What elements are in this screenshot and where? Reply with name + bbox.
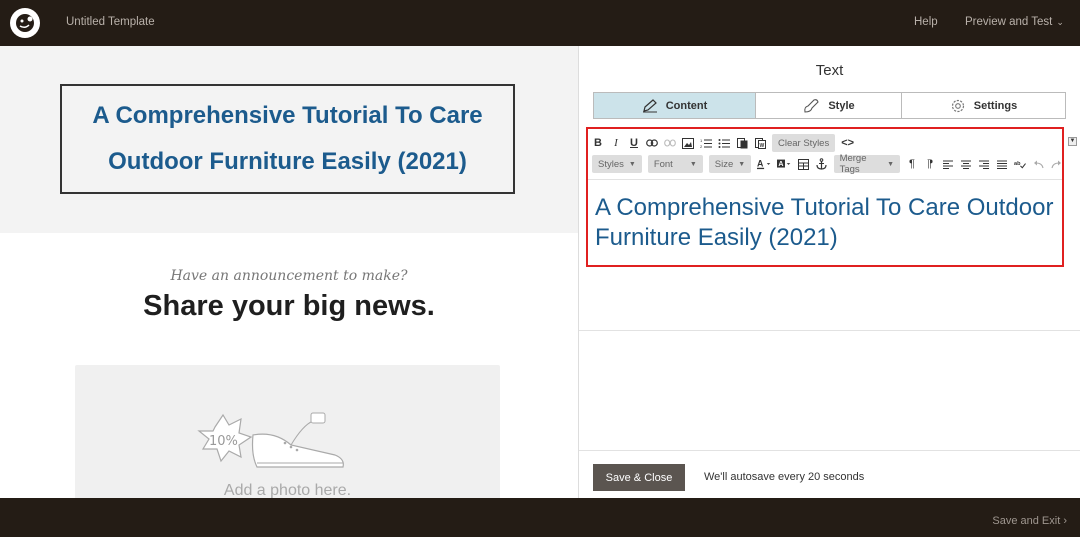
announcement-text: Have an announcement to make? (170, 268, 408, 284)
chevron-down-icon: ⌄ (1056, 17, 1064, 27)
toolbar-row-1: B I U 12 W Clear Styles <> (592, 133, 854, 153)
toolbar-divider (588, 179, 1062, 180)
pencil-icon (642, 98, 657, 112)
undo-icon[interactable] (1032, 155, 1044, 173)
styles-dropdown-label: Styles (598, 158, 624, 170)
dropdown-arrow-icon: ▼ (887, 160, 894, 168)
bulleted-list-icon[interactable] (718, 134, 730, 152)
svg-text:1: 1 (700, 138, 703, 143)
preview-label: Preview and Test (965, 16, 1053, 28)
hero-section: A Comprehensive Tutorial To Care Outdoor… (0, 46, 578, 233)
styles-dropdown[interactable]: Styles ▼ (592, 155, 642, 173)
scroll-down-icon[interactable]: ▼ (1068, 137, 1077, 146)
tab-content[interactable]: Content (594, 93, 756, 118)
mailchimp-logo-icon[interactable] (10, 8, 40, 38)
panel-title: Text (815, 62, 844, 79)
top-bar: Untitled Template Help Preview and Test ⌄ (0, 0, 1080, 46)
justify-icon[interactable] (996, 155, 1008, 173)
ltr-direction-icon[interactable]: ¶ (906, 155, 918, 173)
panel-divider-2 (579, 450, 1080, 451)
font-dropdown[interactable]: Font ▼ (647, 155, 703, 173)
photo-placeholder-block[interactable]: 10% Add a photo here. (75, 365, 500, 498)
dropdown-arrow-icon: ▼ (689, 160, 697, 168)
rich-text-editor: B I U 12 W Clear Styles <> Styles ▼ Font… (586, 127, 1064, 267)
headline-text: Share your big news. (143, 290, 435, 322)
rtl-direction-icon[interactable]: ¶ (924, 155, 936, 173)
dropdown-arrow-icon: ▼ (738, 160, 746, 168)
svg-text:A: A (757, 159, 764, 169)
tab-style[interactable]: Style (756, 93, 902, 118)
background-color-icon[interactable]: A (777, 155, 791, 173)
save-exit-label: Save and Exit (992, 515, 1061, 527)
save-and-exit-link[interactable]: Save and Exit › (992, 515, 1067, 527)
source-code-button[interactable]: <> (841, 134, 854, 152)
chevron-right-icon: › (1063, 515, 1067, 527)
template-title[interactable]: Untitled Template (66, 16, 155, 28)
dropdown-arrow-icon: ▼ (628, 160, 636, 168)
svg-text:A: A (779, 160, 784, 168)
clear-styles-button[interactable]: Clear Styles (772, 134, 836, 152)
merge-tags-label: Merge Tags (839, 153, 867, 175)
panel-divider-1 (579, 330, 1080, 331)
svg-text:W: W (759, 143, 764, 149)
spellcheck-icon[interactable]: ab (1014, 155, 1026, 173)
align-right-icon[interactable] (978, 155, 990, 173)
align-left-icon[interactable] (942, 155, 954, 173)
save-close-button[interactable]: Save & Close (593, 464, 685, 491)
autosave-status: We'll autosave every 20 seconds (704, 471, 865, 483)
tab-content-label: Content (665, 99, 708, 112)
gear-icon (951, 99, 964, 112)
toolbar-row-2: Styles ▼ Font ▼ Size ▼ A A Merge Tags ▼ ¶ ¶ (592, 153, 1062, 175)
redo-icon[interactable] (1050, 155, 1062, 173)
selected-text-block[interactable]: A Comprehensive Tutorial To Care Outdoor… (60, 84, 515, 194)
tab-settings-label: Settings (973, 99, 1018, 112)
hero-text: A Comprehensive Tutorial To Care Outdoor… (92, 102, 483, 175)
editor-panel: Text Content Style Settings B I U 1 2 W … (579, 46, 1080, 498)
merge-tags-dropdown[interactable]: Merge Tags ▼ (833, 153, 900, 175)
image-icon[interactable] (682, 134, 694, 152)
panel-tabs: Content Style Settings (593, 92, 1066, 119)
table-icon[interactable] (798, 155, 810, 173)
link-icon[interactable] (646, 134, 658, 152)
brush-icon (804, 98, 819, 113)
paste-text-icon[interactable] (736, 134, 748, 152)
underline-button[interactable]: U (628, 134, 640, 152)
text-color-icon[interactable]: A (757, 155, 771, 173)
bottom-bar: Save and Exit › (0, 498, 1080, 537)
shoe-sale-icon: 10% (197, 412, 344, 468)
tab-style-label: Style (828, 99, 855, 112)
svg-text:2: 2 (700, 144, 703, 149)
photo-badge-text: 10% (209, 434, 238, 449)
italic-button[interactable]: I (610, 134, 622, 152)
anchor-icon[interactable] (816, 155, 828, 173)
tab-settings[interactable]: Settings (902, 93, 1065, 118)
size-dropdown[interactable]: Size ▼ (708, 155, 752, 173)
svg-text:ab: ab (1014, 161, 1021, 167)
paste-word-icon[interactable]: W (754, 134, 766, 152)
help-link[interactable]: Help (914, 16, 938, 28)
editor-text-area[interactable]: A Comprehensive Tutorial To Care Outdoor… (595, 193, 1055, 253)
email-canvas: A Comprehensive Tutorial To Care Outdoor… (0, 46, 578, 498)
photo-placeholder-label: Add a photo here. (223, 482, 352, 498)
preview-and-test-menu[interactable]: Preview and Test ⌄ (965, 16, 1064, 28)
size-dropdown-label: Size (714, 158, 734, 170)
bold-button[interactable]: B (592, 134, 604, 152)
numbered-list-icon[interactable]: 12 (700, 134, 712, 152)
font-dropdown-label: Font (653, 158, 673, 170)
align-center-icon[interactable] (960, 155, 972, 173)
unlink-icon[interactable] (664, 134, 676, 152)
